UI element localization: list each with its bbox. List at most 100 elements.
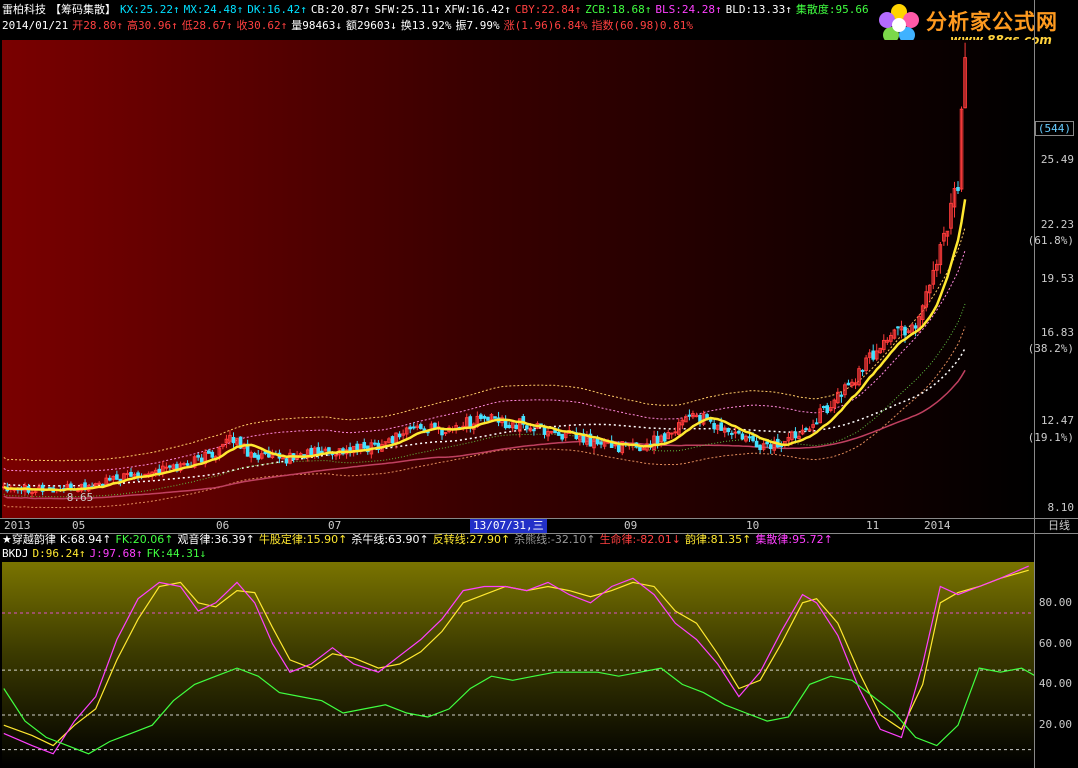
candle[interactable] <box>464 413 469 433</box>
candle[interactable] <box>358 443 363 455</box>
candlestick-chart-panel[interactable]: 8.65 <box>2 40 1034 518</box>
candle[interactable] <box>691 410 695 420</box>
candle[interactable] <box>949 193 953 235</box>
candle[interactable] <box>546 428 550 442</box>
candle[interactable] <box>525 424 529 433</box>
candle[interactable] <box>312 446 317 460</box>
candle[interactable] <box>479 412 483 422</box>
candle[interactable] <box>355 440 359 456</box>
candle[interactable] <box>765 441 769 448</box>
candle[interactable] <box>669 432 674 439</box>
candle[interactable] <box>221 443 225 450</box>
candle[interactable] <box>758 444 762 454</box>
candle[interactable] <box>249 450 253 463</box>
candle[interactable] <box>712 419 716 433</box>
candle[interactable] <box>963 42 967 109</box>
candle[interactable] <box>592 438 596 454</box>
candle[interactable] <box>807 426 812 432</box>
candle[interactable] <box>722 425 727 438</box>
candle[interactable] <box>397 431 402 440</box>
candle[interactable] <box>896 326 900 336</box>
candle[interactable] <box>853 378 858 390</box>
candle[interactable] <box>252 451 257 458</box>
candle[interactable] <box>821 405 826 410</box>
candle[interactable] <box>305 448 310 462</box>
candle[interactable] <box>486 416 490 421</box>
candle[interactable] <box>864 354 868 374</box>
candle[interactable] <box>585 431 589 447</box>
candle[interactable] <box>652 430 656 455</box>
candle[interactable] <box>885 337 890 345</box>
candle[interactable] <box>443 431 448 436</box>
candle[interactable] <box>715 424 720 435</box>
candle[interactable] <box>224 434 229 449</box>
candle[interactable] <box>203 449 208 468</box>
candle[interactable] <box>843 382 847 398</box>
candle[interactable] <box>129 467 133 477</box>
candle[interactable] <box>666 429 671 440</box>
candle[interactable] <box>245 439 250 457</box>
candle[interactable] <box>825 402 830 415</box>
candle[interactable] <box>698 413 702 427</box>
candle[interactable] <box>411 422 416 430</box>
candle[interactable] <box>832 398 837 414</box>
candle[interactable] <box>889 332 893 346</box>
candle[interactable] <box>503 415 508 430</box>
candle[interactable] <box>684 414 688 423</box>
candle[interactable] <box>814 418 819 425</box>
candle[interactable] <box>415 422 420 431</box>
candle[interactable] <box>337 448 342 459</box>
candle[interactable] <box>867 349 872 364</box>
candle[interactable] <box>942 226 946 246</box>
candle[interactable] <box>772 436 777 454</box>
candle[interactable] <box>231 432 236 448</box>
candle[interactable] <box>493 416 497 419</box>
indicator-chart-panel[interactable] <box>2 562 1034 766</box>
candle[interactable] <box>881 334 886 353</box>
candle[interactable] <box>878 347 883 354</box>
candle[interactable] <box>323 446 328 452</box>
candle[interactable] <box>800 424 805 436</box>
candle[interactable] <box>775 433 780 448</box>
candle[interactable] <box>125 470 130 479</box>
candle[interactable] <box>701 410 706 426</box>
candle[interactable] <box>284 456 289 467</box>
candle[interactable] <box>560 433 564 442</box>
candle[interactable] <box>694 412 699 418</box>
candle[interactable] <box>924 285 929 312</box>
candle[interactable] <box>733 426 738 439</box>
candle[interactable] <box>578 433 582 446</box>
candle[interactable] <box>726 427 731 436</box>
candle[interactable] <box>182 461 186 467</box>
candle[interactable] <box>419 422 423 430</box>
candle[interactable] <box>295 450 299 460</box>
candle[interactable] <box>115 470 119 480</box>
candle[interactable] <box>581 428 586 446</box>
candle[interactable] <box>380 439 384 452</box>
candle[interactable] <box>860 369 865 377</box>
candle[interactable] <box>161 461 165 478</box>
candle[interactable] <box>549 430 554 435</box>
candle[interactable] <box>256 449 261 463</box>
candle[interactable] <box>952 181 957 218</box>
candle[interactable] <box>97 480 101 485</box>
candle[interactable] <box>931 261 936 290</box>
candle[interactable] <box>507 422 511 429</box>
candle[interactable] <box>178 461 183 473</box>
candle[interactable] <box>906 328 911 334</box>
candle[interactable] <box>744 434 748 443</box>
candle[interactable] <box>680 417 685 430</box>
candle[interactable] <box>839 391 844 403</box>
indicator-chart[interactable] <box>2 562 1034 766</box>
candle[interactable] <box>362 438 367 450</box>
candle[interactable] <box>828 401 833 413</box>
candle[interactable] <box>235 437 239 446</box>
candle[interactable] <box>857 365 861 387</box>
candle[interactable] <box>199 454 204 463</box>
candle[interactable] <box>740 431 745 441</box>
candle[interactable] <box>510 422 515 432</box>
candle[interactable] <box>107 475 112 482</box>
candle[interactable] <box>959 106 964 192</box>
candle[interactable] <box>408 424 413 434</box>
candle[interactable] <box>291 453 296 463</box>
